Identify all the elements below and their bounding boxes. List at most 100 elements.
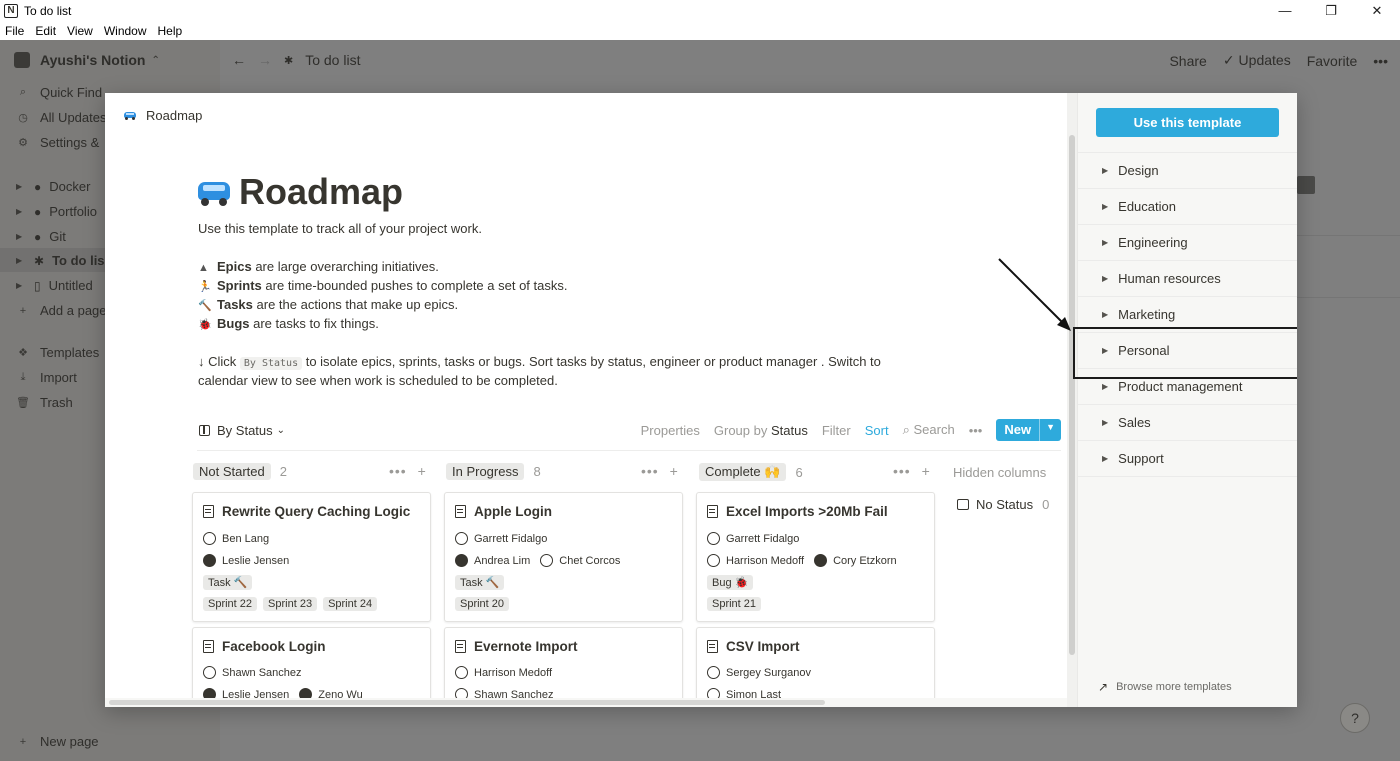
sidebar-quick-find[interactable]: ⌕ Quick Find [16, 85, 102, 100]
category-engineering[interactable]: ▶ Engineering [1078, 224, 1297, 260]
person-name: Leslie Jensen [222, 554, 290, 567]
new-button-label: New [1004, 422, 1032, 437]
scrollbar-thumb[interactable] [1069, 135, 1075, 655]
sort-button[interactable]: Sort [865, 423, 889, 438]
card-title-text: Facebook Login [222, 639, 326, 654]
board-card[interactable]: Rewrite Query Caching Logic Ben Lang Les… [192, 492, 431, 622]
sidebar-import[interactable]: ⤓ Import [16, 370, 77, 385]
menu-help[interactable]: Help [158, 24, 183, 38]
sidebar-page-git[interactable]: ▶ ● Git [16, 229, 66, 244]
topbar-navigation: ← → ✱ To do list [232, 52, 372, 68]
menu-window[interactable]: Window [104, 24, 147, 38]
new-button[interactable]: New ▼ [996, 419, 1061, 441]
category-label: Education [1118, 199, 1176, 214]
category-education[interactable]: ▶ Education [1078, 188, 1297, 224]
sidebar-add-page[interactable]: + Add a page [16, 303, 107, 318]
scrollbar-thumb[interactable] [109, 700, 825, 705]
menu-view[interactable]: View [67, 24, 93, 38]
sidebar-all-updates[interactable]: ◷ All Updates [16, 110, 106, 125]
expand-triangle-icon[interactable]: ▶ [16, 232, 26, 241]
menu-edit[interactable]: Edit [35, 24, 56, 38]
expand-triangle-icon[interactable]: ▶ [16, 281, 26, 290]
column-actions: ••• + [389, 463, 427, 479]
board-card[interactable]: CSV Import Sergey Surganov Simon Last [696, 627, 935, 707]
filter-button[interactable]: Filter [822, 423, 851, 438]
browse-more-templates-link[interactable]: ↗ Browse more templates [1098, 680, 1232, 694]
no-status-column[interactable]: No Status 0 [957, 497, 1049, 512]
category-design[interactable]: ▶ Design [1078, 152, 1297, 188]
sidebar-new-page[interactable]: + New page [16, 734, 99, 749]
workspace-name: Ayushi's Notion [40, 52, 146, 68]
sidebar-templates[interactable]: ❖ Templates [16, 345, 99, 360]
board-card[interactable]: Excel Imports >20Mb Fail Garrett Fidalgo… [696, 492, 935, 622]
sidebar-page-label: Untitled [48, 278, 93, 293]
more-options-icon[interactable]: ••• [893, 463, 911, 479]
workspace-switcher[interactable]: Ayushi's Notion ⌃ [14, 52, 160, 68]
board-card[interactable]: Evernote Import Harrison Medoff Shawn Sa… [444, 627, 683, 707]
vertical-scrollbar[interactable] [1067, 93, 1077, 707]
more-options-icon[interactable]: ••• [969, 423, 983, 438]
category-human-resources[interactable]: ▶ Human resources [1078, 260, 1297, 296]
plus-icon[interactable]: + [418, 463, 427, 479]
expand-triangle-icon[interactable]: ▶ [16, 207, 26, 216]
plus-icon: + [19, 304, 27, 317]
plus-icon[interactable]: + [922, 463, 931, 479]
more-options-icon[interactable]: ••• [389, 463, 407, 479]
person-name: Garrett Fidalgo [474, 532, 548, 545]
view-switcher[interactable]: By Status ⌄ [199, 423, 285, 438]
help-button[interactable]: ? [1340, 703, 1370, 733]
properties-button[interactable]: Properties [641, 423, 700, 438]
updates-button[interactable]: ✓ Updates [1223, 52, 1291, 69]
board-card[interactable]: Apple Login Garrett Fidalgo Andrea Lim Ch… [444, 492, 683, 622]
board-card[interactable]: Facebook Login Shawn Sanchez Leslie Jens… [192, 627, 431, 707]
expand-triangle-icon: ▶ [1102, 310, 1109, 319]
sidebar-page-docker[interactable]: ▶ ● Docker [16, 179, 90, 194]
card-sprint-row: Sprint 22 Sprint 23 Sprint 24 [203, 597, 383, 611]
sidebar-page-untitled[interactable]: ▶ ▯ Untitled [16, 278, 93, 293]
search-button[interactable]: ⌕ Search [903, 422, 955, 438]
category-label: Product management [1118, 379, 1243, 394]
sidebar-settings[interactable]: ⚙ Settings & [16, 135, 99, 150]
maximize-button[interactable]: ❐ [1308, 0, 1354, 22]
category-support[interactable]: ▶ Support [1078, 440, 1297, 476]
category-label: Marketing [1118, 307, 1176, 322]
close-button[interactable]: ✕ [1354, 0, 1400, 22]
page-icon: ✱ [284, 54, 294, 67]
chevron-down-icon[interactable]: ▼ [1039, 419, 1061, 441]
page-icon: ● [34, 204, 42, 219]
template-modal: Roadmap Roadmap Use this template to tra… [105, 93, 1297, 707]
category-sales[interactable]: ▶ Sales [1078, 404, 1297, 440]
more-options-icon[interactable]: ••• [641, 463, 659, 479]
updates-label: Updates [1238, 52, 1291, 68]
sidebar-import-label: Import [40, 370, 77, 385]
avatar [203, 666, 216, 679]
sidebar-templates-label: Templates [40, 345, 100, 360]
card-title: Evernote Import [455, 639, 578, 654]
sidebar-page-to-do-list[interactable]: ▶ ✱ To do lis [16, 253, 105, 268]
column-count: 8 [533, 464, 541, 479]
card-person-row: Ben Lang [203, 532, 269, 545]
page-icon: ● [34, 229, 42, 244]
minimize-button[interactable]: — [1262, 0, 1308, 22]
breadcrumb[interactable]: To do list [305, 52, 360, 68]
plus-icon[interactable]: + [670, 463, 679, 479]
card-title-text: Apple Login [474, 504, 552, 519]
menu-file[interactable]: File [5, 24, 24, 38]
horizontal-scrollbar[interactable] [105, 698, 1077, 707]
expand-triangle-icon: ▶ [1102, 454, 1109, 463]
expand-triangle-icon[interactable]: ▶ [16, 182, 26, 191]
card-person-row: Garrett Fidalgo [455, 532, 547, 545]
back-arrow-icon[interactable]: ← [232, 52, 246, 68]
column-header-complete: Complete 🙌 6 [699, 463, 803, 481]
more-options-icon[interactable]: ••• [1373, 53, 1388, 69]
sidebar-page-portfolio[interactable]: ▶ ● Portfolio [16, 204, 97, 219]
sidebar-trash[interactable]: 🗑 Trash [16, 395, 73, 410]
favorite-button[interactable]: Favorite [1307, 53, 1358, 69]
share-button[interactable]: Share [1169, 53, 1206, 69]
expand-triangle-icon[interactable]: ▶ [16, 256, 26, 265]
card-person-row: Harrison Medoff Cory Etzkorn [707, 554, 897, 567]
card-title: Facebook Login [203, 639, 326, 654]
use-template-button[interactable]: Use this template [1096, 108, 1279, 137]
forward-arrow-icon[interactable]: → [258, 52, 272, 68]
group-by-button[interactable]: Group by Status [714, 423, 808, 438]
